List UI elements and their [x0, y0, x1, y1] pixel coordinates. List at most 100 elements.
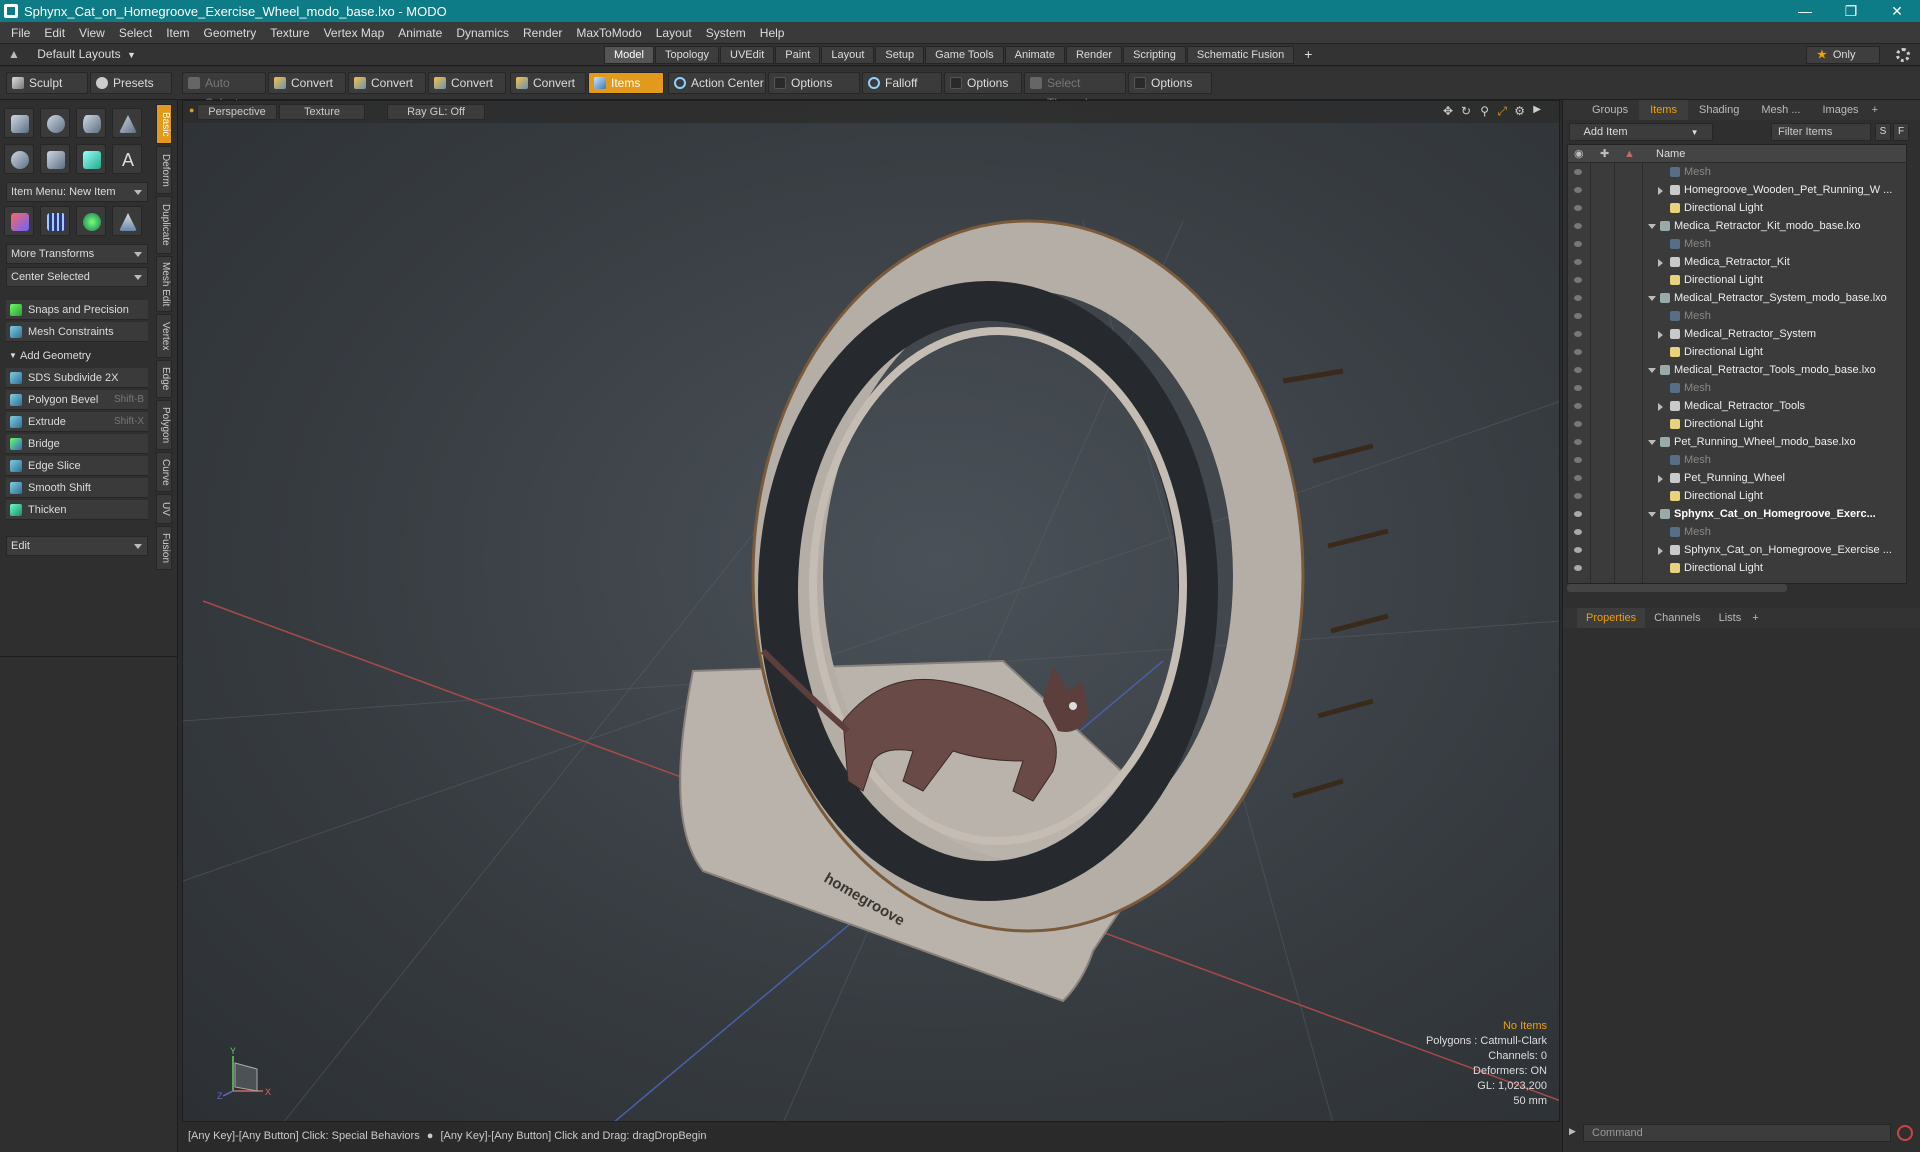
vtab-mesh-edit[interactable]: Mesh Edit — [156, 256, 172, 312]
gear-icon[interactable] — [1896, 48, 1910, 62]
visibility-eye-icon[interactable] — [1574, 241, 1582, 247]
tree-row[interactable]: Mesh — [1568, 451, 1906, 469]
visibility-eye-icon[interactable] — [1574, 169, 1582, 175]
tree-row[interactable]: Mesh — [1568, 163, 1906, 181]
lock-column-icon[interactable]: ✚ — [1600, 145, 1609, 163]
menu-help[interactable]: Help — [753, 26, 792, 40]
tree-row[interactable]: Directional Light — [1568, 559, 1906, 577]
polygon-bevel-button[interactable]: Polygon Bevel Shift-B — [6, 390, 148, 410]
tab-scripting[interactable]: Scripting — [1123, 46, 1186, 64]
snaps-precision-button[interactable]: Snaps and Precision — [6, 300, 148, 320]
visibility-eye-icon[interactable] — [1574, 511, 1582, 517]
options-checkbox-3[interactable] — [1134, 77, 1146, 89]
vtab-uv[interactable]: UV — [156, 494, 172, 524]
vtab-vertex[interactable]: Vertex — [156, 314, 172, 358]
tree-row[interactable]: Medica_Retractor_Kit_modo_base.lxo — [1568, 217, 1906, 235]
tab-paint[interactable]: Paint — [775, 46, 821, 64]
visibility-eye-icon[interactable] — [1574, 295, 1582, 301]
menu-dynamics[interactable]: Dynamics — [449, 26, 516, 40]
tab-topology[interactable]: Topology — [654, 46, 720, 64]
item-menu-dropdown[interactable]: Item Menu: New Item — [6, 182, 148, 202]
pan-icon[interactable]: ✥ — [1443, 104, 1453, 118]
command-expand-icon[interactable]: ▶ — [1569, 1126, 1576, 1137]
cylinder-tool[interactable] — [76, 108, 106, 138]
tree-row[interactable]: Directional Light — [1568, 271, 1906, 289]
add-geometry-section[interactable]: ▼ Add Geometry — [6, 346, 148, 366]
visibility-eye-icon[interactable] — [1574, 385, 1582, 391]
menu-select[interactable]: Select — [112, 26, 159, 40]
items-mode-button[interactable]: Items — [588, 72, 664, 94]
mesh-constraints-button[interactable]: Mesh Constraints — [6, 322, 148, 342]
vtab-fusion[interactable]: Fusion — [156, 526, 172, 570]
menu-edit[interactable]: Edit — [37, 26, 72, 40]
add-props-tab-icon[interactable]: + — [1750, 608, 1760, 628]
expand-down-icon[interactable] — [1648, 512, 1656, 517]
vtab-basic[interactable]: Basic — [156, 104, 172, 144]
expand-right-icon[interactable] — [1658, 259, 1663, 267]
viewport-menu-icon[interactable]: ● — [189, 105, 194, 115]
tree-row[interactable]: Medical_Retractor_System — [1568, 325, 1906, 343]
menu-system[interactable]: System — [699, 26, 753, 40]
pen-tool[interactable] — [76, 144, 106, 174]
menu-animate[interactable]: Animate — [391, 26, 449, 40]
vtab-duplicate[interactable]: Duplicate — [156, 196, 172, 254]
visibility-eye-icon[interactable] — [1574, 547, 1582, 553]
menu-render[interactable]: Render — [516, 26, 569, 40]
tab-layout[interactable]: Layout — [821, 46, 875, 64]
cube-tool[interactable] — [4, 108, 34, 138]
pyramid-tool[interactable] — [112, 206, 142, 236]
menu-maxtomodo[interactable]: MaxToModo — [569, 26, 648, 40]
visibility-eye-icon[interactable] — [1574, 187, 1582, 193]
tab-render[interactable]: Render — [1065, 46, 1123, 64]
raygl-button[interactable]: Ray GL: Off — [387, 104, 485, 120]
vtab-edge[interactable]: Edge — [156, 360, 172, 398]
expand-right-icon[interactable] — [1658, 403, 1663, 411]
tab-animate[interactable]: Animate — [1004, 46, 1065, 64]
3d-viewport[interactable]: homegroove Y X Z ● Perspective Texture R… — [182, 100, 1560, 1122]
more-transforms-dropdown[interactable]: More Transforms — [6, 244, 148, 264]
auto-select-button[interactable]: Auto Select — [182, 72, 266, 110]
tree-row[interactable]: Sphynx_Cat_on_Homegroove_Exerc... — [1568, 505, 1906, 523]
presets-button[interactable]: Presets F6 — [90, 72, 172, 110]
visibility-eye-icon[interactable] — [1574, 331, 1582, 337]
texture-button[interactable]: Texture — [279, 104, 365, 120]
add-panel-tab-icon[interactable]: + — [1870, 100, 1880, 120]
grid-tool[interactable] — [40, 206, 70, 236]
menu-view[interactable]: View — [72, 26, 112, 40]
tab-shading[interactable]: Shading — [1688, 100, 1750, 120]
edge-slice-button[interactable]: Edge Slice — [6, 456, 148, 476]
smooth-shift-button[interactable]: Smooth Shift — [6, 478, 148, 498]
edit-dropdown[interactable]: Edit — [6, 536, 148, 556]
tree-row[interactable]: Medical_Retractor_System_modo_base.lxo — [1568, 289, 1906, 307]
tab-items[interactable]: Items — [1639, 100, 1688, 120]
add-item-dropdown[interactable]: Add Item ▼ — [1569, 123, 1713, 141]
restore-icon[interactable]: ❐ — [1828, 0, 1874, 22]
expand-down-icon[interactable] — [1648, 440, 1656, 445]
close-icon[interactable]: ✕ — [1874, 0, 1920, 22]
visibility-eye-icon[interactable] — [1574, 223, 1582, 229]
tree-row[interactable]: Directional Light — [1568, 415, 1906, 433]
expand-right-icon[interactable] — [1658, 331, 1663, 339]
tree-row[interactable]: Pet_Running_Wheel — [1568, 469, 1906, 487]
visibility-eye-icon[interactable] — [1574, 313, 1582, 319]
rotate-icon[interactable]: ↻ — [1461, 104, 1471, 118]
tab-mesh[interactable]: Mesh ... — [1750, 100, 1811, 120]
options-button-2[interactable]: Options — [944, 72, 1022, 94]
extrude-button[interactable]: Extrude Shift-X — [6, 412, 148, 432]
tab-lists[interactable]: Lists — [1710, 608, 1751, 628]
filter-items-input[interactable]: Filter Items — [1771, 123, 1871, 141]
menu-file[interactable]: File — [4, 26, 37, 40]
tree-row[interactable]: Homegroove_Wooden_Pet_Running_W ... — [1568, 181, 1906, 199]
filter-s-button[interactable]: S — [1875, 123, 1891, 141]
tab-model[interactable]: Model — [604, 46, 654, 64]
expand-right-icon[interactable] — [1658, 187, 1663, 195]
visibility-eye-icon[interactable] — [1574, 205, 1582, 211]
name-column-header[interactable]: Name — [1656, 145, 1685, 163]
tree-row[interactable]: Mesh — [1568, 379, 1906, 397]
action-center-button[interactable]: Action Center — [668, 72, 766, 94]
tab-game-tools[interactable]: Game Tools — [925, 46, 1004, 64]
menu-layout[interactable]: Layout — [649, 26, 699, 40]
only-button[interactable]: ★ Only — [1806, 46, 1880, 64]
expand-down-icon[interactable] — [1648, 296, 1656, 301]
visibility-eye-icon[interactable] — [1574, 475, 1582, 481]
